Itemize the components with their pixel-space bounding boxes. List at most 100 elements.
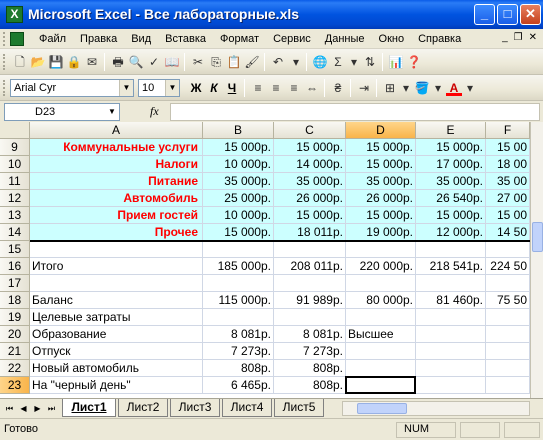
cell-c16[interactable]: 208 011р. <box>274 258 346 275</box>
cell-b18[interactable]: 115 000р. <box>203 292 274 309</box>
cell-d19[interactable] <box>346 309 416 326</box>
align-left-icon[interactable]: ≡ <box>250 80 266 96</box>
chevron-down-icon[interactable]: ▼ <box>165 80 179 96</box>
fill-color-dropdown-icon[interactable]: ▾ <box>430 80 446 96</box>
cell-a14[interactable]: Прочее <box>30 224 203 241</box>
cell-d20[interactable]: Высшее <box>346 326 416 343</box>
cell-e10[interactable]: 17 000р. <box>416 156 486 173</box>
cell-e23[interactable] <box>416 377 486 394</box>
formula-input[interactable] <box>170 103 540 121</box>
close-button[interactable]: ✕ <box>520 4 541 25</box>
cell-f12[interactable]: 27 00 <box>486 190 530 207</box>
research-icon[interactable]: 📖 <box>164 54 180 70</box>
menu-item-5[interactable]: Сервис <box>266 29 318 49</box>
menu-minimize-icon[interactable]: _ <box>502 32 508 43</box>
borders-dropdown-icon[interactable]: ▾ <box>398 80 414 96</box>
italic-button[interactable]: К <box>206 80 222 96</box>
menu-item-4[interactable]: Формат <box>213 29 266 49</box>
cell-e12[interactable]: 26 540р. <box>416 190 486 207</box>
cell-d16[interactable]: 220 000р. <box>346 258 416 275</box>
open-folder-icon[interactable]: 📂 <box>30 54 46 70</box>
cell-c23[interactable]: 808р. <box>274 377 346 394</box>
vertical-scroll-thumb[interactable] <box>532 222 543 252</box>
insert-function-icon[interactable]: fx <box>150 104 159 119</box>
chevron-down-icon[interactable]: ▼ <box>119 80 133 96</box>
previous-sheet-icon[interactable]: ◀ <box>18 403 29 415</box>
cell-e15[interactable] <box>416 241 486 258</box>
copy-icon[interactable]: ⎘ <box>208 54 224 70</box>
cell-e16[interactable]: 218 541р. <box>416 258 486 275</box>
cell-a19[interactable]: Целевые затраты <box>30 309 203 326</box>
cell-a17[interactable] <box>30 275 203 292</box>
menu-item-7[interactable]: Окно <box>372 29 412 49</box>
cell-b17[interactable] <box>203 275 274 292</box>
cell-f13[interactable]: 15 00 <box>486 207 530 224</box>
row-header-19[interactable]: 19 <box>0 309 30 326</box>
cell-c21[interactable]: 7 273р. <box>274 343 346 360</box>
row-header-16[interactable]: 16 <box>0 258 30 275</box>
cell-b19[interactable] <box>203 309 274 326</box>
hyperlink-icon[interactable]: 🌐 <box>312 54 328 70</box>
cell-b21[interactable]: 7 273р. <box>203 343 274 360</box>
maximize-button[interactable]: □ <box>497 4 518 25</box>
column-header-f[interactable]: F <box>486 122 530 139</box>
sheet-tab-5[interactable]: Лист5 <box>274 399 324 417</box>
cell-c9[interactable]: 15 000р. <box>274 139 346 156</box>
minimize-button[interactable]: _ <box>474 4 495 25</box>
print-preview-icon[interactable]: 🔍 <box>128 54 144 70</box>
active-cell-border[interactable] <box>345 376 416 394</box>
font-size-combo[interactable]: 10 ▼ <box>138 79 180 97</box>
cell-a13[interactable]: Прием гостей <box>30 207 203 224</box>
menu-close-icon[interactable]: ✕ <box>529 32 537 43</box>
horizontal-scrollbar[interactable] <box>342 401 530 416</box>
row-header-9[interactable]: 9 <box>0 139 30 156</box>
column-header-c[interactable]: C <box>274 122 346 139</box>
cell-a22[interactable]: Новый автомобиль <box>30 360 203 377</box>
cell-d18[interactable]: 80 000р. <box>346 292 416 309</box>
cell-c11[interactable]: 35 000р. <box>274 173 346 190</box>
cell-b20[interactable]: 8 081р. <box>203 326 274 343</box>
cell-f18[interactable]: 75 50 <box>486 292 530 309</box>
cell-d11[interactable]: 35 000р. <box>346 173 416 190</box>
cell-a12[interactable]: Автомобиль <box>30 190 203 207</box>
cell-b16[interactable]: 185 000р. <box>203 258 274 275</box>
row-header-21[interactable]: 21 <box>0 343 30 360</box>
cell-f16[interactable]: 224 50 <box>486 258 530 275</box>
cell-a18[interactable]: Баланс <box>30 292 203 309</box>
row-header-12[interactable]: 12 <box>0 190 30 207</box>
cell-d22[interactable] <box>346 360 416 377</box>
next-sheet-icon[interactable]: ▶ <box>32 403 43 415</box>
cell-f19[interactable] <box>486 309 530 326</box>
currency-icon[interactable]: ₴ <box>330 80 346 96</box>
column-header-e[interactable]: E <box>416 122 486 139</box>
menu-restore-icon[interactable]: ❐ <box>514 32 523 43</box>
cell-f15[interactable] <box>486 241 530 258</box>
undo-icon[interactable]: ↶ <box>270 54 286 70</box>
menu-item-2[interactable]: Вид <box>124 29 158 49</box>
cell-b14[interactable]: 15 000р. <box>203 224 274 241</box>
align-center-icon[interactable]: ≡ <box>268 80 284 96</box>
select-all-corner[interactable] <box>0 122 30 139</box>
cell-a20[interactable]: Образование <box>30 326 203 343</box>
align-right-icon[interactable]: ≡ <box>286 80 302 96</box>
menu-item-1[interactable]: Правка <box>73 29 124 49</box>
increase-indent-icon[interactable]: ⇥ <box>356 80 372 96</box>
format-painter-icon[interactable]: 🖌 <box>244 54 260 70</box>
cell-c15[interactable] <box>274 241 346 258</box>
cell-b11[interactable]: 35 000р. <box>203 173 274 190</box>
menu-grip[interactable] <box>3 32 6 46</box>
cell-f14[interactable]: 14 50 <box>486 224 530 241</box>
cell-f10[interactable]: 18 00 <box>486 156 530 173</box>
row-header-11[interactable]: 11 <box>0 173 30 190</box>
cell-e19[interactable] <box>416 309 486 326</box>
underline-button[interactable]: Ч <box>224 80 240 96</box>
title-bar[interactable]: X Microsoft Excel - Все лабораторные.xls… <box>0 0 543 29</box>
excel-app-icon[interactable]: X <box>6 6 23 23</box>
menu-item-0[interactable]: Файл <box>32 29 73 49</box>
cell-f20[interactable] <box>486 326 530 343</box>
email-icon[interactable]: ✉ <box>84 54 100 70</box>
row-header-13[interactable]: 13 <box>0 207 30 224</box>
row-header-17[interactable]: 17 <box>0 275 30 292</box>
vertical-scrollbar[interactable] <box>530 122 543 398</box>
cell-b22[interactable]: 808р. <box>203 360 274 377</box>
